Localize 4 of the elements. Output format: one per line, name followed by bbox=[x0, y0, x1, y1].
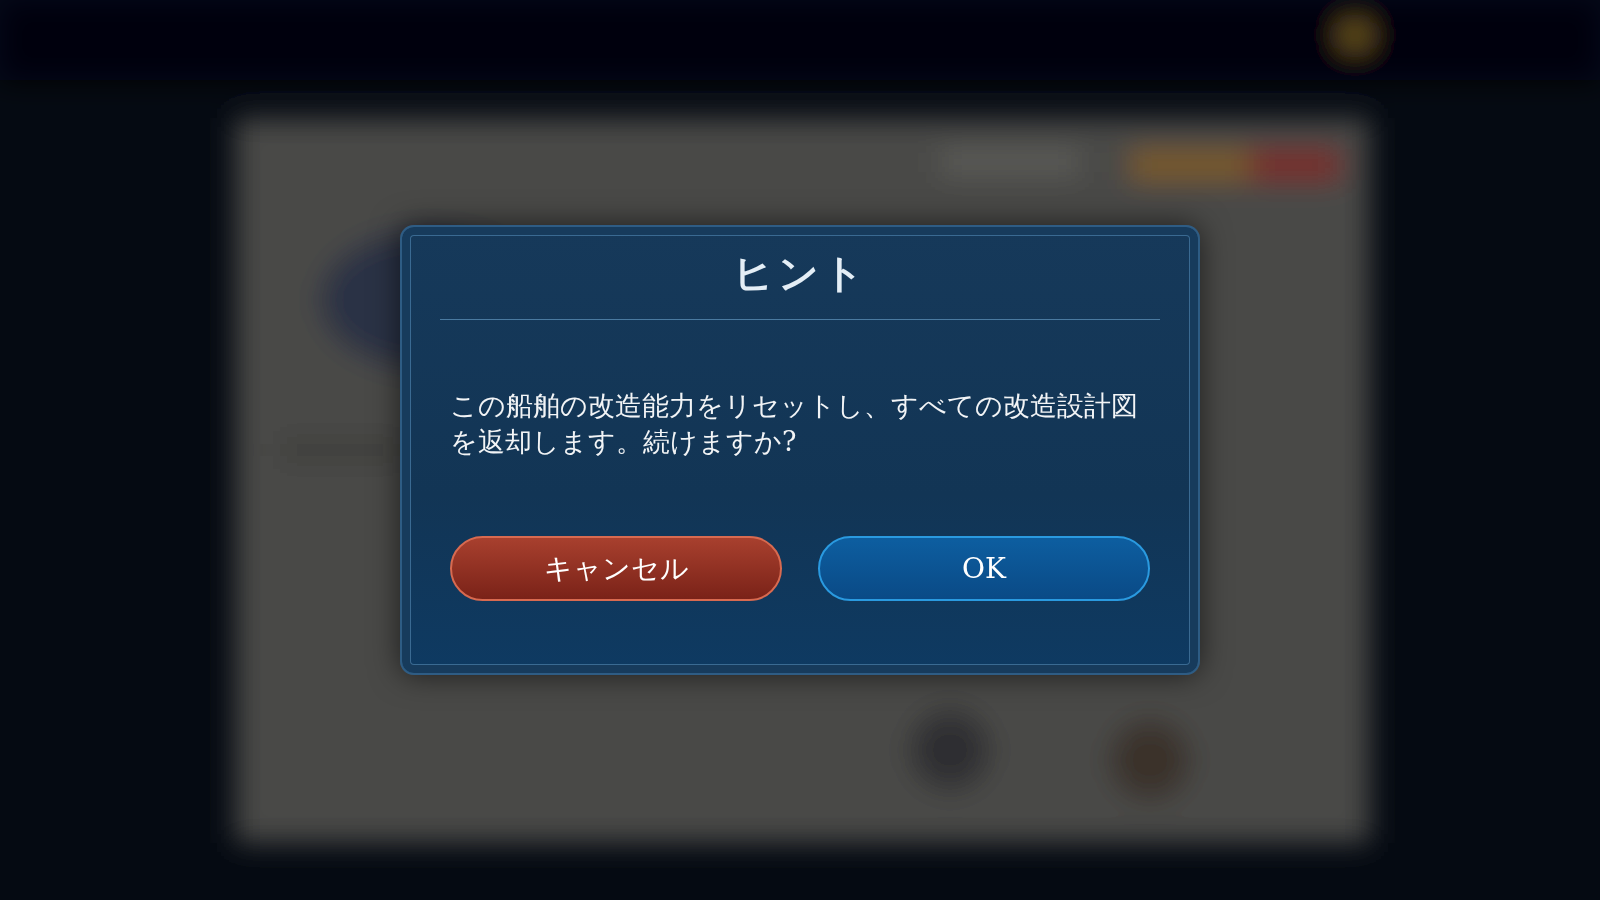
dialog-title: ヒント bbox=[732, 248, 868, 298]
cancel-button[interactable]: キャンセル bbox=[450, 536, 782, 601]
ok-button[interactable]: OK bbox=[818, 536, 1150, 601]
dialog-message: この船舶の改造能力をリセットし、すべての改造設計図を返却します。続けますか? bbox=[450, 389, 1139, 459]
